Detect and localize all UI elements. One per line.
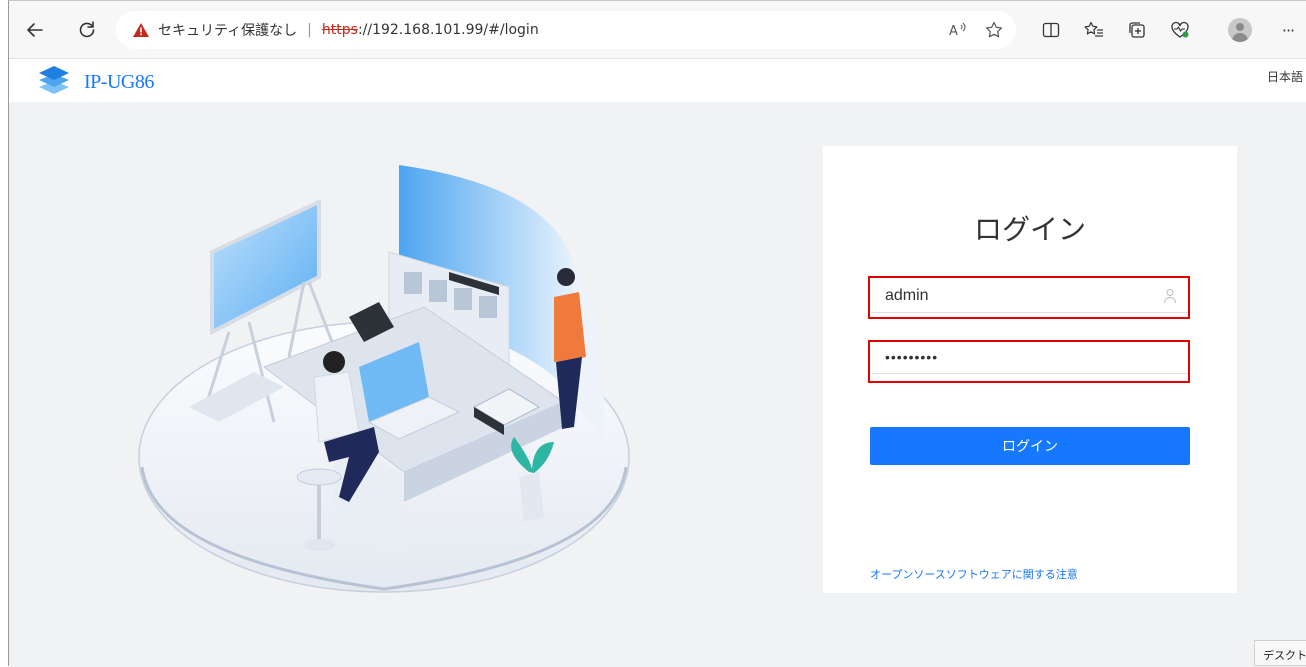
- office-illustration: [138, 165, 630, 593]
- url-scheme[interactable]: https: [322, 22, 358, 38]
- warning-icon[interactable]: [132, 21, 150, 39]
- address-separator: |: [307, 22, 312, 38]
- open-source-notice-link[interactable]: オープンソースソフトウェアに関する注意: [870, 566, 1078, 582]
- login-button[interactable]: ログイン: [870, 427, 1190, 465]
- login-card: ログイン ログイン オープンソースソフトウェアに関する注意: [823, 146, 1237, 593]
- browser-window: セキュリティ保護なし | https ://192.168.101.99/#/l…: [8, 0, 1306, 667]
- favorites-icon[interactable]: [1078, 14, 1110, 46]
- layers-logo-icon: [39, 66, 69, 94]
- split-screen-icon[interactable]: [1035, 14, 1067, 46]
- address-bar[interactable]: セキュリティ保護なし | https ://192.168.101.99/#/l…: [116, 11, 1016, 49]
- refresh-icon[interactable]: [71, 14, 103, 46]
- username-highlight-box: [868, 276, 1190, 319]
- back-arrow-icon[interactable]: [19, 14, 51, 46]
- login-page: ログイン ログイン オープンソースソフトウェアに関する注意: [9, 102, 1306, 667]
- browser-essentials-icon[interactable]: [1164, 14, 1196, 46]
- collections-icon[interactable]: [1121, 14, 1153, 46]
- browser-toolbar: セキュリティ保護なし | https ://192.168.101.99/#/l…: [9, 1, 1306, 59]
- svg-text:A: A: [949, 24, 958, 38]
- url-text[interactable]: ://192.168.101.99/#/login: [358, 22, 539, 38]
- read-aloud-icon[interactable]: A: [948, 20, 968, 40]
- language-selector[interactable]: 日本語: [1267, 68, 1303, 85]
- login-heading: ログイン: [973, 213, 1086, 246]
- desktop-tab[interactable]: デスクトップ: [1254, 640, 1306, 666]
- security-status-text[interactable]: セキュリティ保護なし: [158, 20, 297, 40]
- password-highlight-box: [868, 340, 1190, 383]
- profile-avatar[interactable]: [1228, 18, 1252, 42]
- app-title: IP-UG86: [84, 71, 154, 93]
- more-icon[interactable]: ···: [1272, 14, 1304, 46]
- favorite-star-icon[interactable]: [984, 20, 1004, 40]
- app-header: IP-UG86 日本語: [9, 59, 1306, 102]
